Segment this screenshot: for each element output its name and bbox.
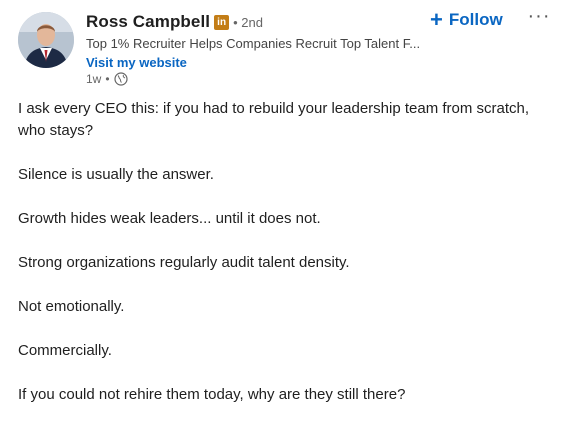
author-name[interactable]: Ross Campbell: [86, 12, 210, 32]
avatar-image: [18, 12, 74, 68]
follow-label: Follow: [448, 10, 503, 29]
post-paragraph: I ask every CEO this: if you had to rebu…: [18, 100, 530, 139]
meta-separator: •: [105, 72, 110, 86]
connection-degree: • 2nd: [233, 14, 263, 30]
author-headline: Top 1% Recruiter Helps Companies Recruit…: [86, 36, 421, 51]
post-paragraph: Growth hides weak leaders... until it do…: [18, 210, 321, 227]
feed-post-card: Ross Campbell in • 2nd Top 1% Recruiter …: [0, 0, 567, 415]
post-paragraph: Not emotionally.: [18, 298, 125, 315]
post-body: I ask every CEO this: if you had to rebu…: [18, 98, 558, 428]
author-avatar[interactable]: [18, 12, 74, 68]
post-meta: 1w •: [86, 72, 128, 86]
post-timestamp: 1w: [86, 72, 102, 86]
globe-icon: [113, 72, 128, 86]
author-line: Ross Campbell in • 2nd: [86, 11, 263, 33]
linkedin-premium-icon: in: [214, 14, 230, 30]
visit-website-link[interactable]: Visit my website: [86, 55, 187, 70]
more-options-icon[interactable]: ···: [525, 6, 553, 31]
post-paragraph: Commercially.: [18, 342, 112, 359]
follow-button[interactable]: + Follow: [430, 9, 503, 31]
post-paragraph: Strong organizations regularly audit tal…: [18, 254, 350, 271]
post-paragraph: If you could not rehire them today, why …: [18, 386, 406, 403]
plus-icon: +: [430, 7, 443, 32]
post-paragraph: Silence is usually the answer.: [18, 166, 214, 183]
